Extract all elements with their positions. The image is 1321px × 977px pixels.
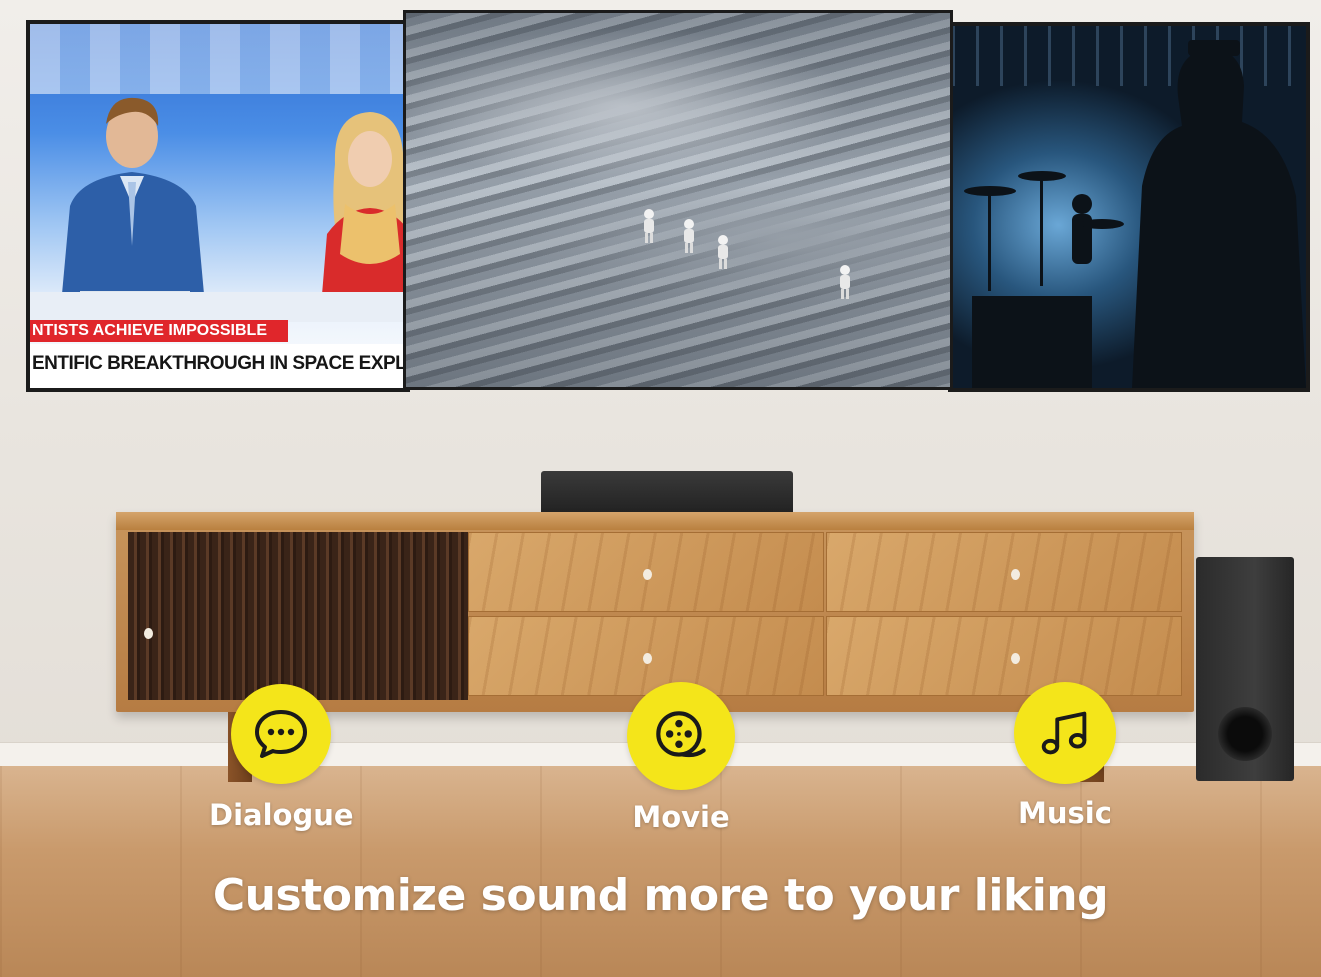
astronaut-figure xyxy=(718,235,728,269)
movie-label: Movie xyxy=(632,800,730,834)
drawer-knob xyxy=(643,569,652,580)
drawer-knob xyxy=(1011,653,1020,664)
mode-dialogue[interactable]: Dialogue xyxy=(209,684,354,832)
mode-movie[interactable]: Movie xyxy=(627,682,735,834)
music-mode-button[interactable] xyxy=(1014,682,1116,784)
drawer-knob xyxy=(1011,569,1020,580)
cabinet-drawer xyxy=(468,532,824,612)
landscape-shading xyxy=(406,13,950,387)
cabinet-drawer xyxy=(826,616,1182,696)
news-desk xyxy=(30,292,406,322)
news-subheadline-banner: ENTIFIC BREAKTHROUGH IN SPACE EXPLORING xyxy=(30,344,406,388)
tv-movie xyxy=(403,10,953,390)
male-news-anchor xyxy=(60,97,206,316)
cabinet-glass-door xyxy=(128,532,468,700)
subwoofer-port xyxy=(1218,707,1272,761)
movie-mode-button[interactable] xyxy=(627,682,735,790)
subwoofer xyxy=(1196,557,1294,781)
tv-news: NTISTS ACHIEVE IMPOSSIBLE ENTIFIC BREAKT… xyxy=(26,20,410,392)
drawer-knob xyxy=(643,653,652,664)
studio-lights xyxy=(30,24,406,94)
tagline: Customize sound more to your liking xyxy=(212,870,1109,921)
female-news-anchor xyxy=(320,112,406,319)
door-knob xyxy=(144,628,153,639)
room-scene: NTISTS ACHIEVE IMPOSSIBLE ENTIFIC BREAKT… xyxy=(0,0,1321,977)
dialogue-label: Dialogue xyxy=(209,798,354,832)
astronaut-figure xyxy=(840,265,850,299)
cabinet-top xyxy=(116,512,1194,530)
astronaut-figure xyxy=(644,209,654,243)
drummer-silhouette xyxy=(964,40,1306,388)
film-reel-icon xyxy=(656,711,706,758)
music-note-icon xyxy=(1041,711,1087,755)
dialogue-mode-button[interactable] xyxy=(231,684,332,784)
tv-concert xyxy=(948,22,1310,392)
chat-bubble-icon xyxy=(255,710,308,758)
music-label: Music xyxy=(1018,796,1112,830)
cabinet-drawer xyxy=(826,532,1182,612)
mode-music[interactable]: Music xyxy=(1014,682,1116,830)
astronaut-figure xyxy=(684,219,694,253)
news-headline-banner: NTISTS ACHIEVE IMPOSSIBLE xyxy=(30,320,288,342)
